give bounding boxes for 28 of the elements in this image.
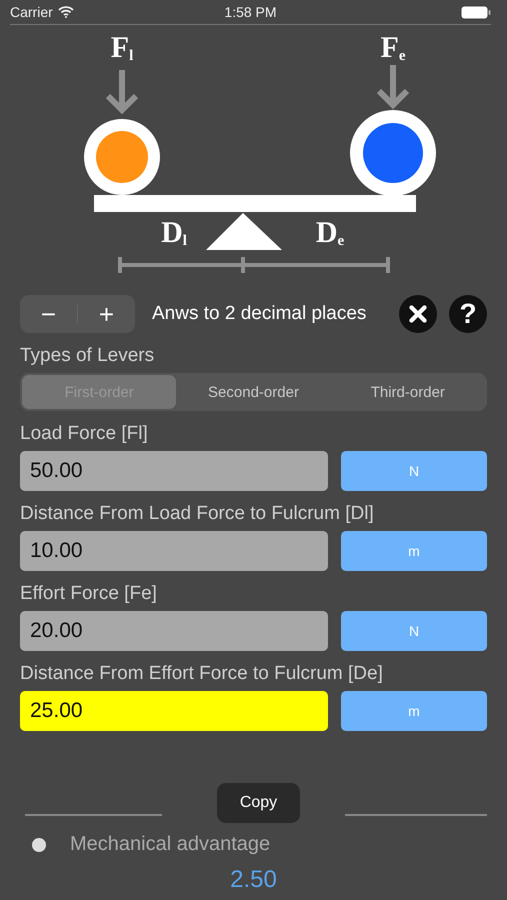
field-label: Distance From Effort Force to Fulcrum [De] <box>20 663 384 685</box>
lever-types-label: Types of Levers <box>20 345 156 367</box>
increment-button[interactable]: + <box>78 295 135 333</box>
load-force-label: F$_{l}$ <box>110 31 134 65</box>
value-field[interactable]: 20.00 <box>20 611 328 651</box>
copy-tooltip[interactable]: Copy <box>217 783 300 823</box>
effort-distance-label: D$_{e}$ <box>316 216 344 250</box>
battery-icon <box>460 6 491 18</box>
result-value: 2.50 <box>230 866 277 894</box>
wifi-icon <box>58 6 74 18</box>
field-label: Load Force [Fl] <box>20 423 149 445</box>
effort-force-label: F$_{e}$ <box>380 31 406 65</box>
carrier-label: Carrier <box>10 4 53 20</box>
result-label: Mechanical advantage <box>70 833 270 856</box>
lever-type-tab[interactable]: Second-order <box>176 375 331 409</box>
status-time: 1:58 PM <box>224 4 277 20</box>
help-button[interactable]: ? <box>449 295 487 333</box>
value-field[interactable]: 10.00 <box>20 531 328 571</box>
value-field[interactable]: 50.00 <box>20 451 328 491</box>
bullet-icon <box>32 838 46 852</box>
field-label: Effort Force [Fe] <box>20 583 158 605</box>
load-distance-label: D$_{l}$ <box>161 216 187 250</box>
precision-caption: Anws to 2 decimal places <box>152 303 368 325</box>
field-label: Distance From Load Force to Fulcrum [Dl] <box>20 503 375 525</box>
lever-type-tab[interactable]: Third-order <box>330 375 485 409</box>
decrement-button[interactable]: − <box>20 295 77 333</box>
clear-button[interactable] <box>399 295 437 333</box>
value-field[interactable]: 25.00 <box>20 691 328 731</box>
